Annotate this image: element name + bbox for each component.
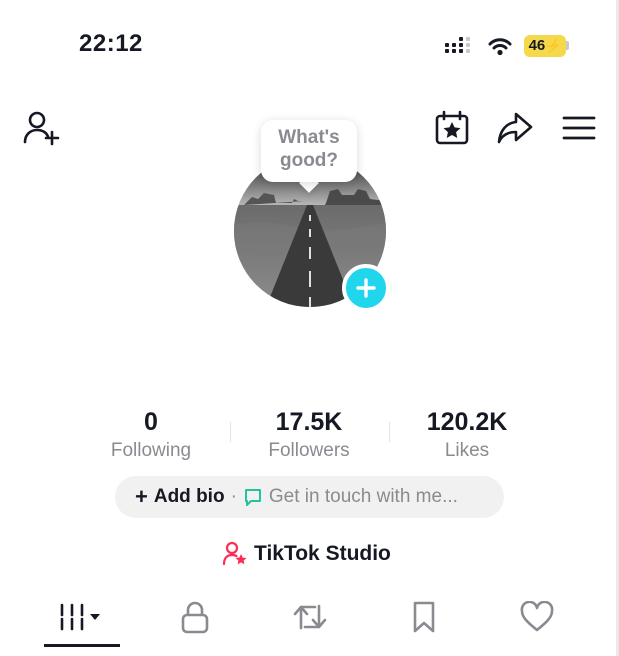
menu-icon bbox=[562, 116, 596, 140]
tab-videos[interactable] bbox=[44, 597, 120, 637]
lock-icon bbox=[181, 601, 209, 634]
whats-good-bubble[interactable]: What's good? bbox=[261, 120, 357, 182]
plus-icon bbox=[356, 278, 376, 298]
studio-person-star-icon bbox=[222, 541, 248, 567]
add-bio-button[interactable]: + Add bio · Get in touch with me... bbox=[115, 476, 504, 518]
bio-plus-icon: + bbox=[135, 484, 148, 509]
followers-count: 17.5K bbox=[275, 408, 343, 436]
repost-icon bbox=[293, 604, 327, 630]
bubble-line-1: What's bbox=[278, 127, 340, 148]
bubble-line-2: good? bbox=[279, 150, 339, 171]
tiktok-studio-button[interactable]: TikTok Studio bbox=[222, 540, 391, 568]
following-count: 0 bbox=[144, 408, 158, 436]
likes-count: 120.2K bbox=[426, 408, 508, 436]
tiktok-studio-label: TikTok Studio bbox=[254, 542, 391, 565]
followers-label: Followers bbox=[268, 440, 350, 461]
share-button[interactable] bbox=[494, 108, 536, 148]
add-photo-button[interactable] bbox=[342, 264, 390, 312]
calendar-button[interactable] bbox=[432, 108, 472, 148]
bio-separator: · bbox=[230, 486, 237, 507]
likes-stat[interactable]: 120.2K Likes bbox=[387, 408, 547, 462]
share-icon bbox=[497, 112, 533, 144]
status-time: 22:12 bbox=[79, 30, 143, 57]
calendar-star-icon bbox=[435, 110, 469, 145]
following-label: Following bbox=[110, 440, 192, 461]
battery-charging-icon: 46⚡ bbox=[524, 35, 566, 57]
signal-icon bbox=[444, 36, 476, 58]
videos-grid-icon bbox=[60, 603, 100, 631]
add-friend-button[interactable] bbox=[18, 108, 64, 148]
bookmark-icon bbox=[413, 601, 435, 633]
battery-level: 46 bbox=[528, 37, 546, 54]
followers-stat[interactable]: 17.5K Followers bbox=[229, 408, 389, 462]
tab-liked[interactable] bbox=[502, 597, 572, 637]
add-friend-icon bbox=[23, 111, 60, 146]
get-in-touch-label: Get in touch with me... bbox=[268, 486, 458, 507]
heart-icon bbox=[520, 601, 554, 632]
tab-private[interactable] bbox=[160, 597, 230, 637]
battery-tip bbox=[566, 41, 569, 50]
wifi-icon bbox=[487, 36, 513, 58]
following-stat[interactable]: 0 Following bbox=[71, 408, 231, 462]
active-tab-indicator bbox=[44, 644, 120, 647]
menu-button[interactable] bbox=[560, 108, 598, 148]
tab-saved[interactable] bbox=[389, 597, 459, 637]
chat-bubble-icon bbox=[243, 487, 263, 507]
tab-repost[interactable] bbox=[275, 597, 345, 637]
add-bio-label: Add bio bbox=[153, 486, 225, 507]
likes-label: Likes bbox=[444, 440, 490, 461]
